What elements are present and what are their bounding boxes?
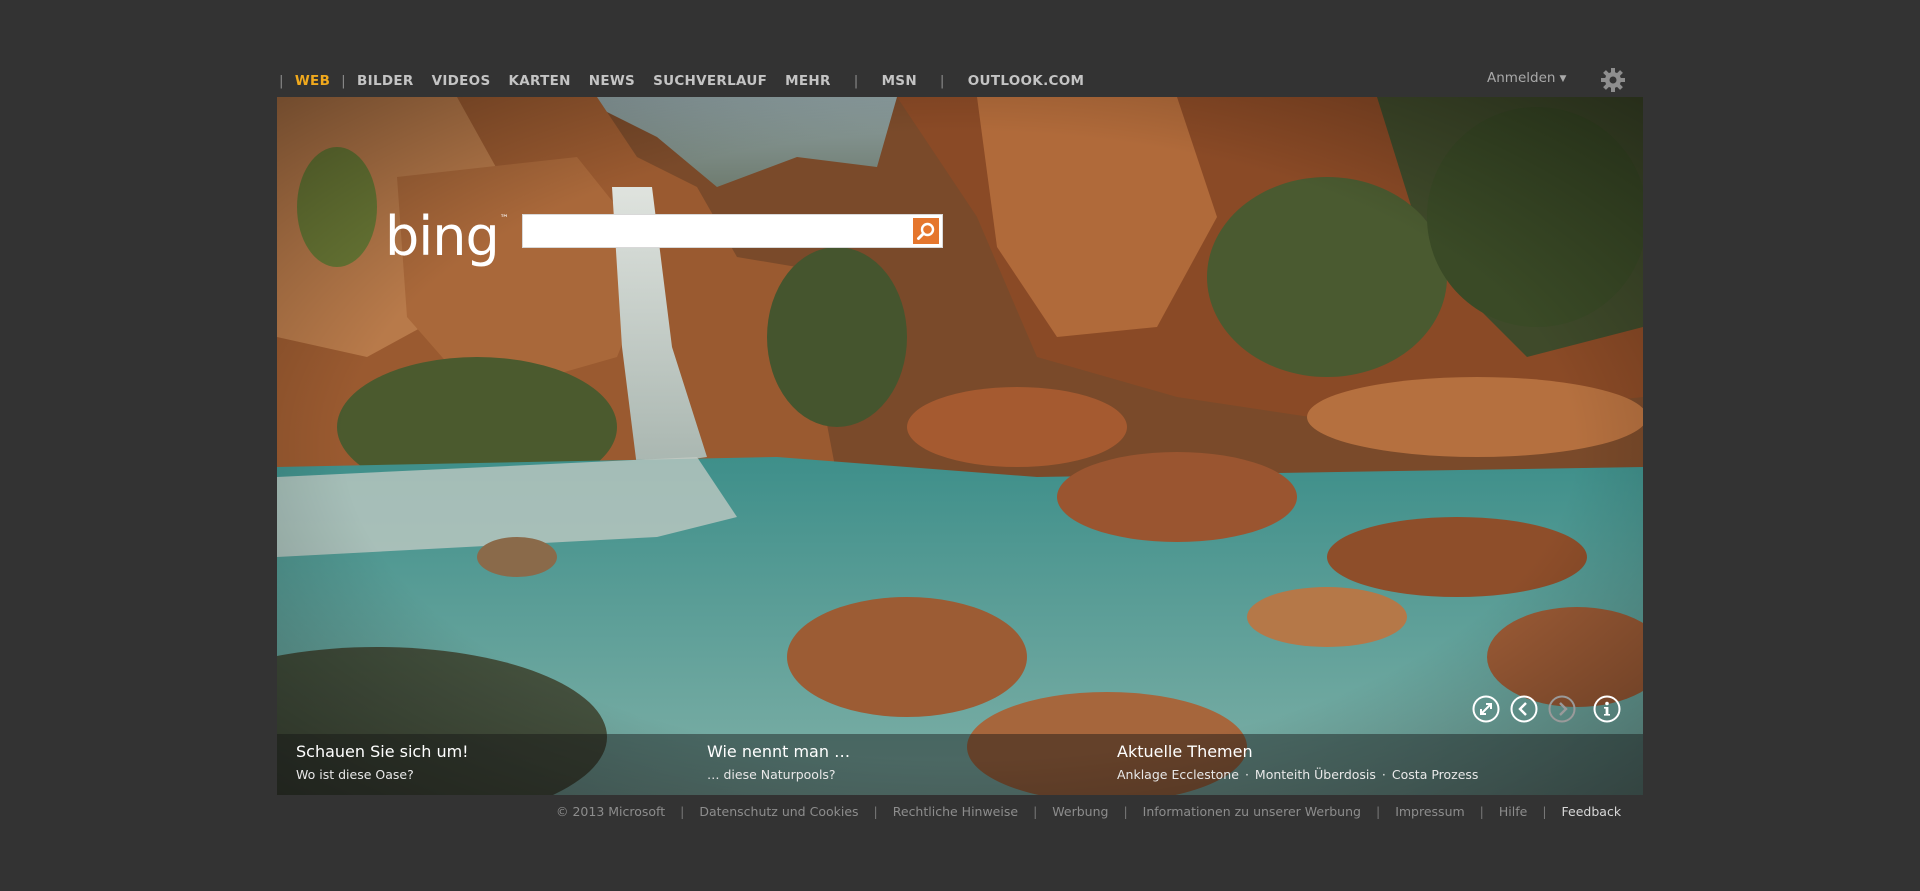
hotspot-look-around[interactable]: Schauen Sie sich um! Wo ist diese Oase? <box>296 742 469 782</box>
copyright-text: © 2013 Microsoft <box>556 803 666 819</box>
nav-separator: | <box>939 73 945 89</box>
settings-gear-icon[interactable] <box>1600 67 1626 93</box>
search-button[interactable] <box>913 218 939 244</box>
footer-separator: | <box>1479 803 1484 819</box>
footer-link-privacy[interactable]: Datenschutz und Cookies <box>699 804 858 819</box>
hotspot-subtitle: Wo ist diese Oase? <box>296 767 414 782</box>
nav-outlook[interactable]: OUTLOOK.COM <box>959 73 1093 89</box>
hotspot-subtitle: … diese Naturpools? <box>707 767 836 782</box>
next-arrow-icon[interactable] <box>1548 695 1576 723</box>
footer-link-ad-info[interactable]: Informationen zu unserer Werbung <box>1143 804 1361 819</box>
footer-separator: | <box>873 803 878 819</box>
hero-background-image: bing™ Schauen Sie sich um! Wo ist diese … <box>277 97 1643 795</box>
footer-separator: | <box>1542 803 1547 819</box>
bing-logo[interactable]: bing™ <box>385 210 509 264</box>
footer-link-help[interactable]: Hilfe <box>1499 804 1527 819</box>
footer-link-imprint[interactable]: Impressum <box>1395 804 1464 819</box>
bing-homepage: | WEB | BILDER VIDEOS KARTEN NEWS SUCHVE… <box>0 0 1920 891</box>
topic-separator: · <box>1244 767 1249 782</box>
magnifier-icon <box>917 222 935 240</box>
footer-link-feedback[interactable]: Feedback <box>1562 804 1622 819</box>
hotspot-what-is-it-called[interactable]: Wie nennt man … … diese Naturpools? <box>707 742 850 782</box>
info-icon[interactable] <box>1593 695 1621 723</box>
waterfall-landscape-image <box>277 97 1643 795</box>
caret-down-icon: ▼ <box>1559 74 1567 84</box>
hotspot-title: Aktuelle Themen <box>1117 742 1253 761</box>
nav-separator: | <box>341 73 347 89</box>
footer: © 2013 Microsoft | Datenschutz und Cooki… <box>556 802 1621 820</box>
topic-separator: · <box>1381 767 1386 782</box>
nav-news[interactable]: NEWS <box>580 73 644 89</box>
signin-menu[interactable]: Anmelden ▼ <box>1487 70 1566 86</box>
footer-separator: | <box>1033 803 1038 819</box>
nav-separator: | <box>853 73 859 89</box>
nav-bilder[interactable]: BILDER <box>348 73 423 89</box>
footer-separator: | <box>1375 803 1381 819</box>
trademark-symbol: ™ <box>499 214 509 224</box>
nav-separator: | <box>279 73 284 89</box>
footer-link-advertising[interactable]: Werbung <box>1052 804 1108 819</box>
nav-videos[interactable]: VIDEOS <box>423 73 500 89</box>
footer-separator: | <box>1123 803 1128 819</box>
trending-topic-list: Anklage Ecclestone · Monteith Überdosis · Co… <box>1117 767 1478 782</box>
nav-karten[interactable]: KARTEN <box>499 73 579 89</box>
logo-text: bing <box>385 205 500 268</box>
hotspot-trending-topics: Aktuelle Themen Anklage Ecclestone · Monte… <box>1117 742 1478 782</box>
expand-icon[interactable] <box>1472 695 1500 723</box>
previous-arrow-icon[interactable] <box>1510 695 1538 723</box>
hotspot-title: Schauen Sie sich um! <box>296 742 469 761</box>
hotspot-title: Wie nennt man … <box>707 742 851 761</box>
search-input[interactable] <box>527 218 901 246</box>
nav-web[interactable]: WEB <box>286 73 339 89</box>
topic-link[interactable]: Costa Prozess <box>1392 767 1479 782</box>
top-navigation: | WEB | BILDER VIDEOS KARTEN NEWS SUCHVE… <box>277 70 1093 92</box>
signin-label: Anmelden <box>1487 70 1556 86</box>
topic-link[interactable]: Anklage Ecclestone <box>1117 767 1239 782</box>
footer-separator: | <box>680 803 685 819</box>
topic-link[interactable]: Monteith Überdosis <box>1255 767 1376 782</box>
footer-link-legal[interactable]: Rechtliche Hinweise <box>893 804 1018 819</box>
search-box <box>522 214 943 248</box>
hotspot-bar: Schauen Sie sich um! Wo ist diese Oase? … <box>277 734 1643 795</box>
nav-msn[interactable]: MSN <box>873 73 926 89</box>
nav-suchverlauf[interactable]: SUCHVERLAUF <box>644 73 776 89</box>
nav-mehr[interactable]: MEHR <box>776 73 840 89</box>
